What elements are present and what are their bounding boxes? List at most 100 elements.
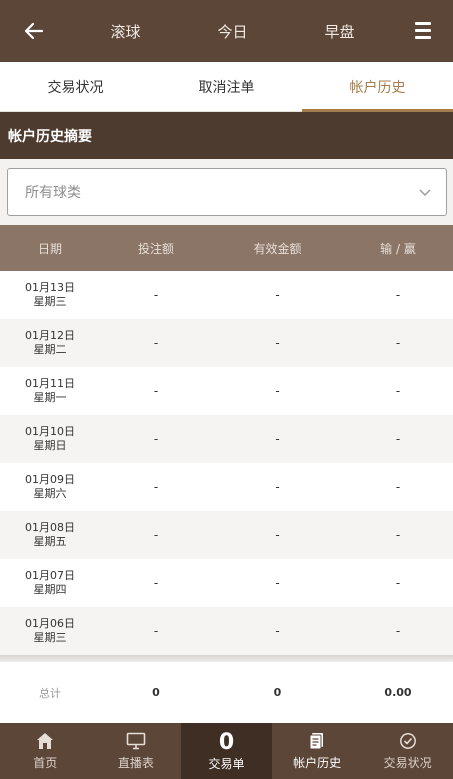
- row-weekday: 星期五: [33, 535, 67, 548]
- date-cell: 01月06日 星期三: [0, 617, 100, 645]
- date-cell: 01月11日 星期一: [0, 377, 100, 405]
- row-weekday: 星期三: [33, 631, 67, 644]
- total-valid: 0: [273, 686, 282, 699]
- row-winloss: -: [395, 288, 401, 302]
- tab-account-history[interactable]: 帐户历史: [302, 62, 453, 112]
- row-date: 01月11日: [25, 377, 75, 390]
- row-weekday: 星期二: [33, 343, 67, 356]
- row-stake: -: [153, 480, 159, 494]
- total-stake: 0: [152, 686, 160, 699]
- nav-bet-slip[interactable]: 0 交易单: [181, 723, 272, 779]
- row-winloss: -: [395, 576, 401, 590]
- tab-live[interactable]: 滚球: [102, 21, 148, 42]
- table-row: 01月06日 星期三 - - -: [0, 607, 453, 655]
- tab-today[interactable]: 今日: [209, 21, 255, 42]
- header-date: 日期: [37, 241, 62, 256]
- monitor-icon: [126, 731, 146, 751]
- table-row: 01月07日 星期四 - - -: [0, 559, 453, 607]
- row-date: 01月08日: [25, 521, 75, 534]
- row-valid: -: [275, 480, 280, 494]
- total-row: 总计 0 0 0.00: [0, 662, 453, 723]
- row-winloss: -: [395, 528, 401, 542]
- row-date: 01月09日: [25, 473, 75, 486]
- row-winloss: -: [395, 624, 401, 638]
- chevron-down-icon: [419, 186, 431, 198]
- row-weekday: 星期日: [33, 439, 67, 452]
- tab-early[interactable]: 早盘: [316, 21, 362, 42]
- total-winloss: 0.00: [384, 686, 412, 699]
- bet-slip-count: 0: [218, 729, 235, 755]
- nav-trade-status[interactable]: 交易状况: [362, 723, 453, 779]
- filter-area: 所有球类: [0, 159, 453, 225]
- table-row: 01月11日 星期一 - - -: [0, 367, 453, 415]
- table-row: 01月13日 星期三 - - -: [0, 271, 453, 319]
- section-title: 帐户历史摘要: [0, 112, 453, 159]
- row-valid: -: [275, 432, 280, 446]
- top-tabs: 滚球 今日 早盘: [72, 0, 393, 62]
- nav-live-schedule[interactable]: 直播表: [91, 723, 182, 779]
- sport-select-value: 所有球类: [25, 185, 81, 201]
- date-cell: 01月10日 星期日: [0, 425, 100, 453]
- home-icon: [35, 731, 55, 751]
- row-valid: -: [275, 624, 280, 638]
- hamburger-menu-icon[interactable]: [415, 22, 431, 39]
- table-row: 01月09日 星期六 - - -: [0, 463, 453, 511]
- row-date: 01月07日: [25, 569, 75, 582]
- sport-select[interactable]: 所有球类: [7, 168, 447, 216]
- table-row: 01月10日 星期日 - - -: [0, 415, 453, 463]
- row-stake: -: [153, 528, 159, 542]
- row-stake: -: [153, 288, 159, 302]
- back-arrow-icon[interactable]: [22, 19, 46, 43]
- row-stake: -: [153, 336, 159, 350]
- row-date: 01月12日: [25, 329, 75, 342]
- row-winloss: -: [395, 480, 401, 494]
- bottom-nav: 首页 直播表 0 交易单 帐户历史 交易状况: [0, 723, 453, 779]
- nav-live-label: 直播表: [117, 756, 154, 770]
- row-weekday: 星期三: [33, 295, 67, 308]
- nav-bet-slip-label: 交易单: [208, 756, 245, 771]
- date-cell: 01月08日 星期五: [0, 521, 100, 549]
- divider: [0, 655, 453, 662]
- header-valid-amount: 有效金额: [253, 241, 302, 256]
- row-valid: -: [275, 288, 280, 302]
- tab-cancelled-bets[interactable]: 取消注单: [151, 62, 302, 111]
- row-date: 01月10日: [25, 425, 75, 438]
- table-header: 日期 投注额 有效金额 输 / 赢: [0, 225, 453, 271]
- document-icon: [307, 731, 327, 751]
- table-row: 01月08日 星期五 - - -: [0, 511, 453, 559]
- nav-account-history[interactable]: 帐户历史: [272, 723, 363, 779]
- row-valid: -: [275, 384, 280, 398]
- date-cell: 01月13日 星期三: [0, 281, 100, 309]
- row-winloss: -: [395, 384, 401, 398]
- header-win-loss: 输 / 赢: [380, 241, 416, 256]
- row-weekday: 星期四: [33, 583, 67, 596]
- row-valid: -: [275, 336, 280, 350]
- date-cell: 01月12日 星期二: [0, 329, 100, 357]
- date-cell: 01月09日 星期六: [0, 473, 100, 501]
- top-bar: 滚球 今日 早盘: [0, 0, 453, 62]
- table-row: 01月12日 星期二 - - -: [0, 319, 453, 367]
- check-circle-icon: [398, 731, 418, 751]
- nav-home[interactable]: 首页: [0, 723, 91, 779]
- row-stake: -: [153, 624, 159, 638]
- nav-status-label: 交易状况: [383, 756, 432, 770]
- row-date: 01月13日: [25, 281, 75, 294]
- sub-tabs: 交易状况 取消注单 帐户历史: [0, 62, 453, 112]
- row-weekday: 星期一: [33, 391, 67, 404]
- row-winloss: -: [395, 432, 401, 446]
- nav-home-label: 首页: [33, 756, 58, 770]
- row-stake: -: [153, 576, 159, 590]
- row-stake: -: [153, 384, 159, 398]
- history-rows: 01月13日 星期三 - - - 01月12日 星期二 - - - 01月11日…: [0, 271, 453, 655]
- total-label: 总计: [39, 686, 61, 700]
- row-weekday: 星期六: [33, 487, 67, 500]
- row-stake: -: [153, 432, 159, 446]
- row-valid: -: [275, 528, 280, 542]
- date-cell: 01月07日 星期四: [0, 569, 100, 597]
- tab-trade-status[interactable]: 交易状况: [0, 62, 151, 111]
- header-stake: 投注额: [137, 241, 174, 256]
- nav-history-label: 帐户历史: [293, 756, 342, 770]
- row-winloss: -: [395, 336, 401, 350]
- row-valid: -: [275, 576, 280, 590]
- row-date: 01月06日: [25, 617, 75, 630]
